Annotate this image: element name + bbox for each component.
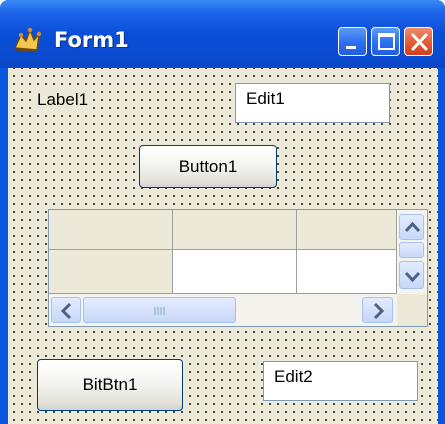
close-button[interactable]	[404, 27, 433, 56]
horizontal-scrollbar[interactable]	[49, 294, 397, 326]
string-grid[interactable]	[48, 209, 428, 327]
maximize-button[interactable]	[371, 27, 400, 56]
horizontal-scroll-thumb[interactable]	[83, 297, 236, 323]
scroll-right-icon	[373, 302, 385, 320]
vertical-scrollbar[interactable]	[397, 210, 427, 294]
grid-fixed-cell	[173, 210, 297, 250]
edit2-value: Edit2	[274, 367, 313, 386]
edit1-field[interactable]: Edit1	[235, 83, 390, 123]
bitbtn1-label: BitBtn1	[82, 375, 138, 394]
scroll-left-icon	[60, 302, 72, 320]
window-title: Form1	[54, 28, 129, 52]
scroll-down-icon	[404, 271, 421, 283]
grid-fixed-cell	[49, 250, 173, 294]
grid-cells	[49, 210, 397, 294]
vertical-scroll-thumb[interactable]	[399, 242, 424, 258]
grid-fixed-cell	[49, 210, 173, 250]
scroll-down-button[interactable]	[399, 261, 424, 289]
title-bar[interactable]: Form1	[0, 0, 445, 68]
scroll-left-button[interactable]	[51, 297, 81, 323]
grid-fixed-cell	[297, 210, 397, 250]
grip-icon	[154, 307, 165, 315]
grid-cell[interactable]	[173, 250, 297, 294]
minimize-button[interactable]	[338, 27, 367, 56]
edit1-value: Edit1	[246, 89, 285, 108]
close-icon	[411, 33, 428, 51]
button1-label: Button1	[178, 156, 238, 176]
button1[interactable]: Button1	[139, 145, 277, 188]
scroll-up-button[interactable]	[399, 214, 424, 240]
bitbtn1[interactable]: BitBtn1	[37, 359, 183, 411]
label1: Label1	[36, 90, 90, 110]
scroll-up-icon	[404, 221, 421, 233]
scrollbar-corner	[397, 294, 427, 326]
scroll-right-button[interactable]	[362, 297, 393, 323]
grid-cell[interactable]	[297, 250, 397, 294]
maximize-icon	[378, 33, 395, 50]
delphi-form-icon	[13, 27, 42, 51]
minimize-icon	[346, 46, 356, 49]
edit2-field[interactable]: Edit2	[263, 361, 418, 401]
